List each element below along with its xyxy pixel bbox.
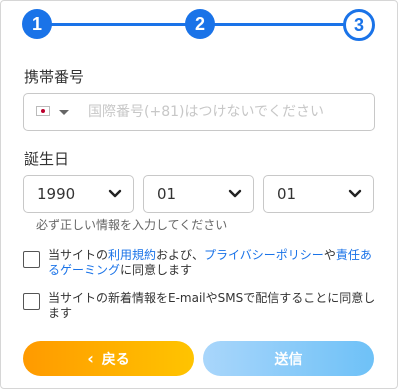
terms-text-4: に同意します [120, 263, 193, 277]
step-1: 1 [22, 9, 52, 39]
terms-of-use-link[interactable]: 利用規約 [108, 248, 156, 262]
back-button[interactable]: ‹ 戻る [23, 341, 194, 376]
birth-year-value: 1990 [37, 185, 76, 203]
privacy-policy-link[interactable]: プライバシーポリシー [204, 248, 324, 262]
newsletter-agreement-text: 当サイトの新着情報をE-mailやSMSで配信することに同意します [48, 291, 376, 320]
birth-month-value: 01 [157, 185, 177, 203]
chevron-down-icon [108, 189, 122, 198]
birthday-label: 誕生日 [24, 150, 70, 168]
birth-day-select[interactable]: 01 [263, 175, 374, 213]
send-button-label: 送信 [274, 351, 303, 368]
country-dropdown-caret-icon[interactable] [59, 110, 69, 115]
phone-input[interactable] [86, 95, 370, 129]
birth-year-select[interactable]: 1990 [23, 175, 134, 213]
terms-agreement-text: 当サイトの利用規約および、プライバシーポリシーや責任あるゲーミングに同意します [48, 248, 376, 278]
japan-flag-icon[interactable] [36, 106, 50, 116]
step-3-current: 3 [343, 9, 375, 41]
terms-text-2: および、 [156, 248, 205, 262]
progress-stepper: 1 2 3 [0, 0, 398, 60]
chevron-down-icon [348, 189, 362, 198]
send-button[interactable]: 送信 [203, 341, 374, 376]
birth-month-select[interactable]: 01 [143, 175, 254, 213]
phone-label: 携帯番号 [24, 68, 85, 86]
chevron-left-icon: ‹ [87, 349, 94, 368]
birthday-hint: 必ず正しい情報を入力してください [36, 218, 228, 232]
newsletter-checkbox[interactable] [23, 293, 40, 310]
chevron-down-icon [228, 189, 242, 198]
birth-day-value: 01 [277, 185, 297, 203]
terms-text-1: 当サイトの [48, 248, 109, 262]
phone-field [23, 93, 375, 131]
terms-text-3: や [323, 248, 336, 262]
back-button-label: 戻る [101, 351, 130, 368]
terms-checkbox[interactable] [23, 251, 40, 268]
step-2: 2 [185, 9, 215, 39]
